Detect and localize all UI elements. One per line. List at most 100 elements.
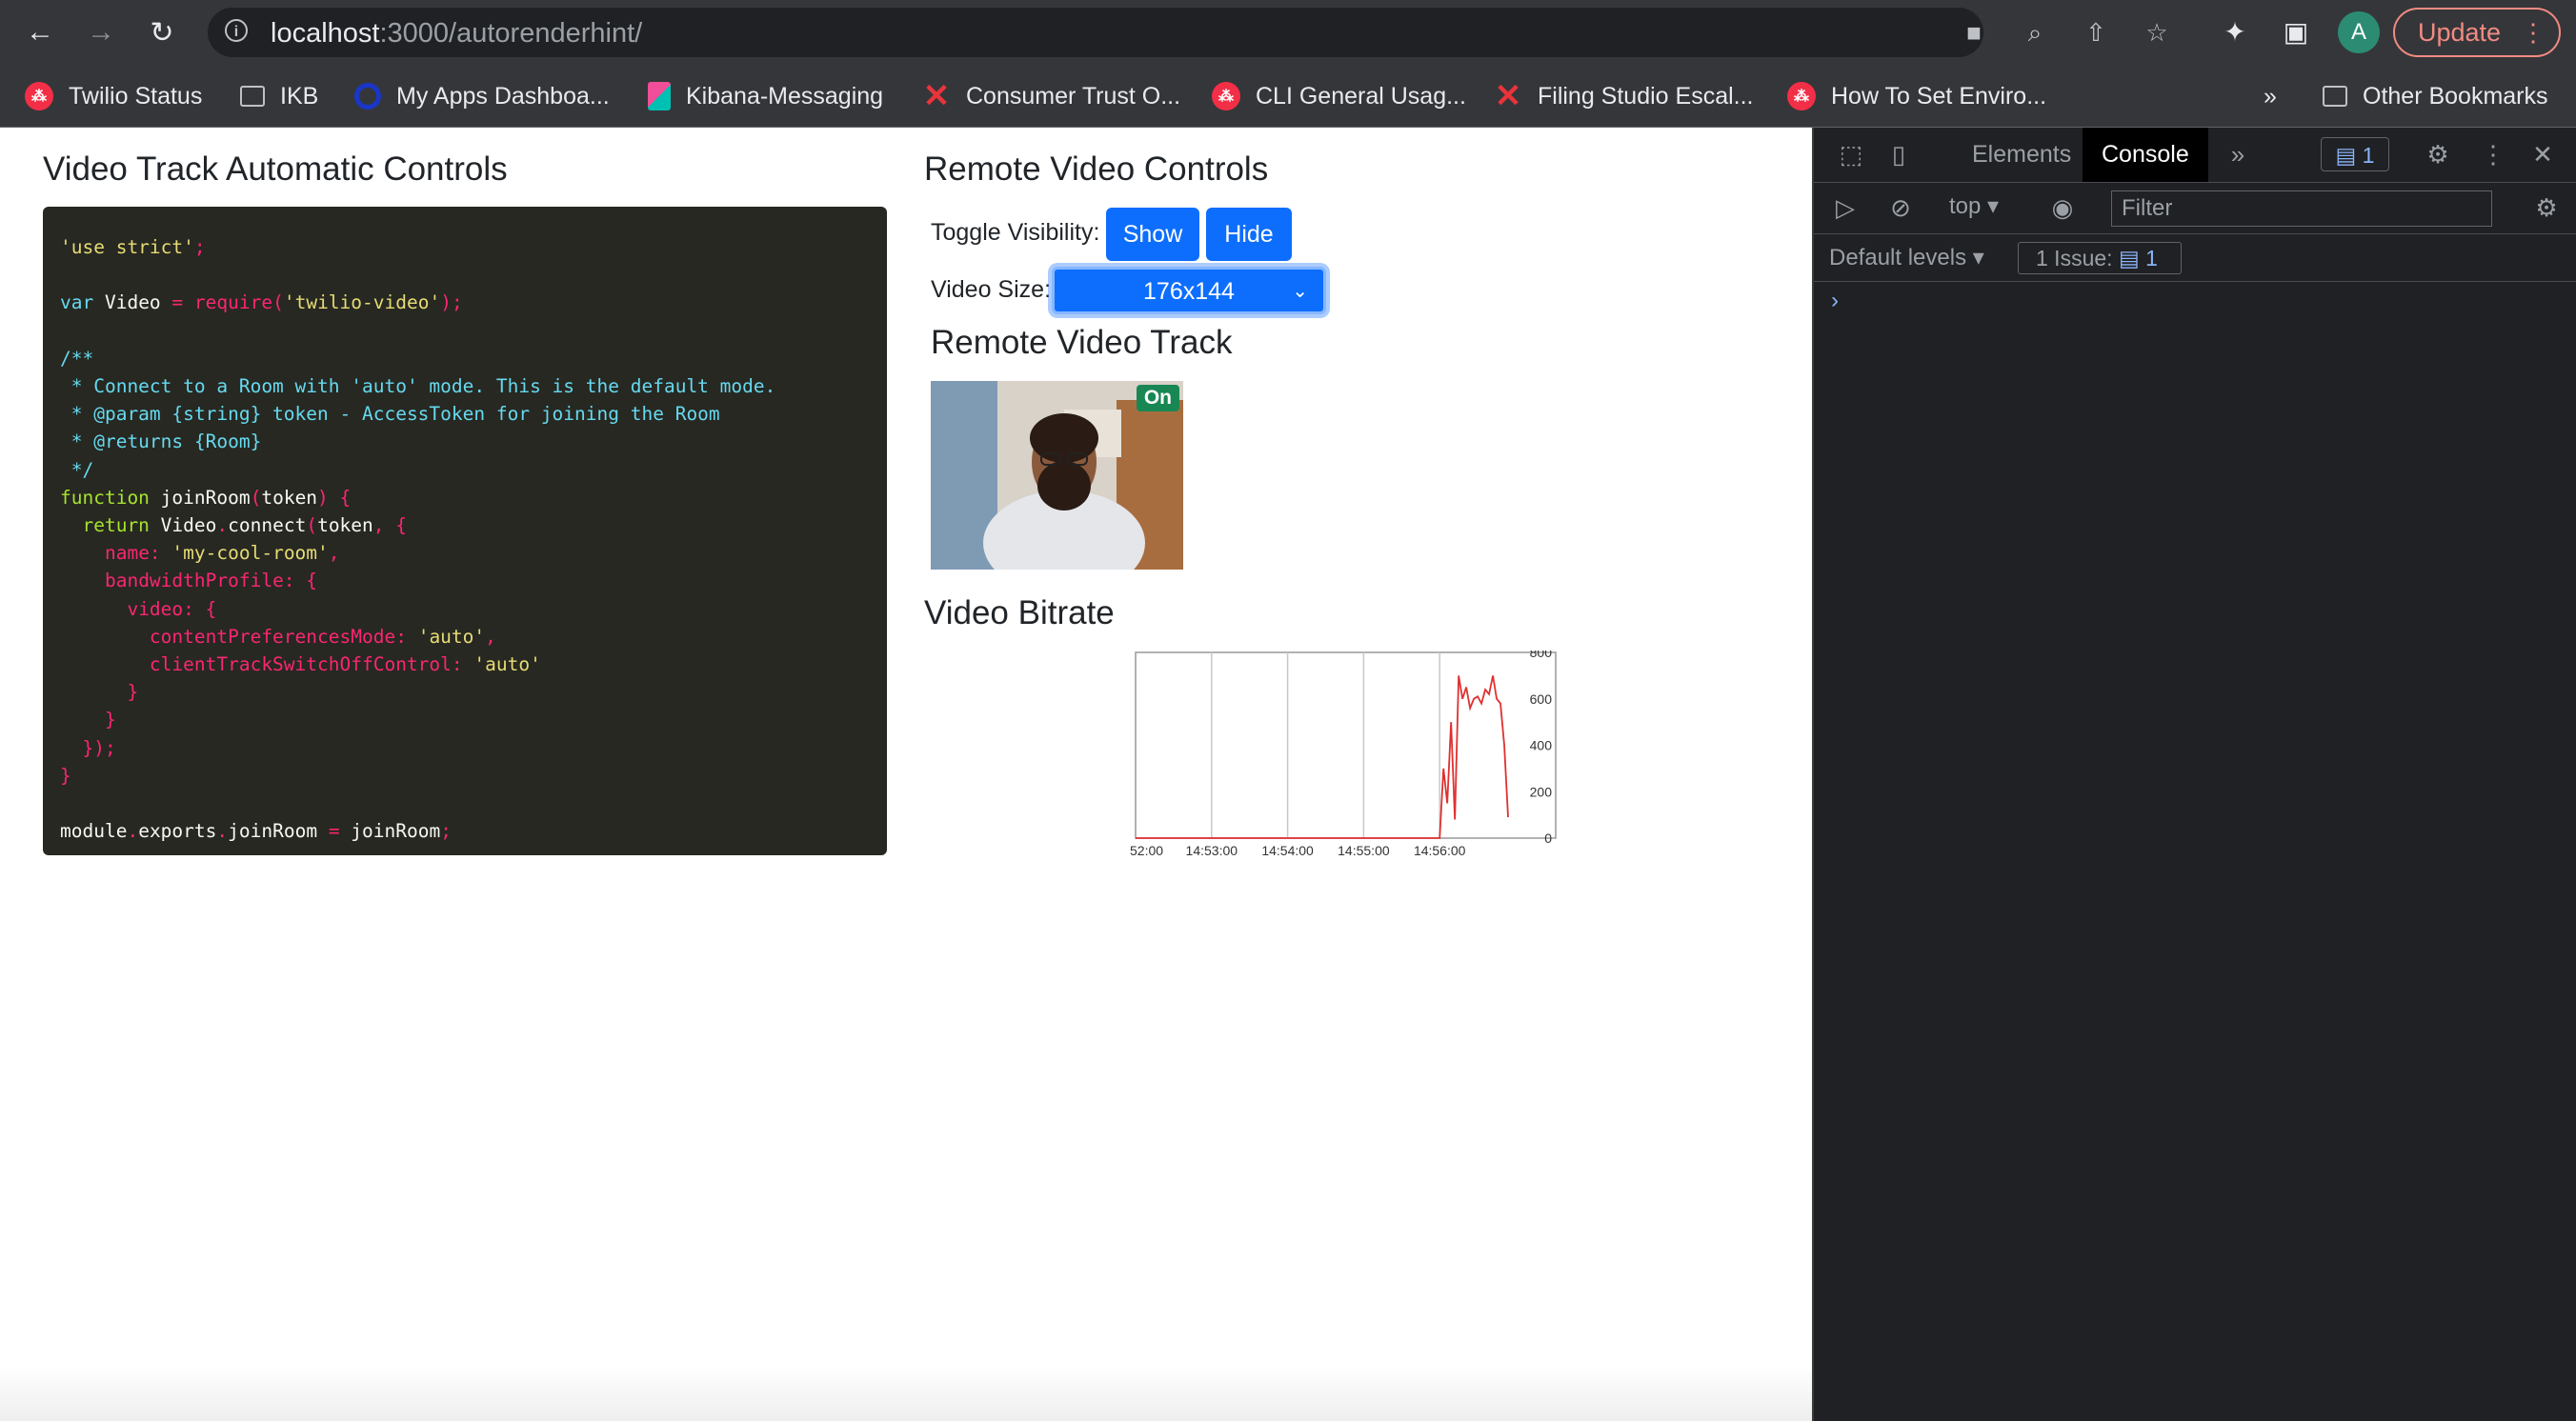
side-panel-icon[interactable]: ▣: [2277, 13, 2315, 51]
page-bottom-shadow: [0, 1366, 1812, 1421]
chart-x-tick-label: 14:55:00: [1338, 843, 1390, 855]
devtools-tab-bar: ⬚ ▯ Elements Console » ▤ 1 ⚙ ⋮ ✕: [1814, 128, 2576, 183]
kibana-icon: [648, 82, 671, 110]
console-levels-bar: Default levels ▾ 1 Issue: ▤ 1: [1814, 234, 2576, 282]
okta-icon: [354, 83, 381, 110]
clear-console-icon[interactable]: ⊘: [1882, 190, 1919, 226]
tab-console[interactable]: Console: [2083, 128, 2208, 182]
chart-y-tick-label: 0: [1544, 831, 1552, 846]
gear-icon[interactable]: ⚙: [2420, 136, 2456, 172]
twilio-icon: ⁂: [1787, 82, 1816, 110]
address-bar[interactable]: i localhost:3000/autorenderhint/ ■ ⌕ ⇧ ☆: [208, 8, 2168, 57]
filter-input[interactable]: Filter: [2111, 190, 2492, 227]
remote-video-controls-title: Remote Video Controls: [924, 150, 1269, 188]
bookmark-how-to-set[interactable]: ⁂ How To Set Enviro...: [1787, 78, 2046, 114]
bookmark-twilio-status[interactable]: ⁂ Twilio Status: [25, 78, 202, 114]
url-path: :3000/autorenderhint/: [379, 18, 643, 49]
video-size-value: 176x144: [1143, 278, 1235, 305]
bookmark-label: IKB: [280, 82, 319, 110]
bookmark-label: Kibana-Messaging: [686, 82, 884, 110]
zoom-icon[interactable]: ⌕: [2020, 17, 2050, 48]
star-icon[interactable]: ☆: [2142, 17, 2172, 48]
bookmark-label: How To Set Enviro...: [1831, 82, 2047, 110]
hide-button[interactable]: Hide: [1206, 208, 1292, 261]
levels-label: Default levels: [1829, 245, 1967, 270]
more-tabs-icon[interactable]: »: [2220, 136, 2256, 172]
folder-icon: [240, 86, 265, 107]
site-info-icon[interactable]: i: [225, 19, 248, 42]
url-text: localhost:3000/autorenderhint/: [271, 18, 642, 50]
menu-dots-icon[interactable]: ⋮: [2521, 10, 2546, 55]
bookmark-label: Filing Studio Escal...: [1538, 82, 1754, 110]
chart-x-tick-label: 14:56:00: [1414, 843, 1466, 855]
profile-avatar[interactable]: A: [2338, 11, 2380, 53]
kebab-menu-icon[interactable]: ⋮: [2475, 136, 2511, 172]
camera-icon[interactable]: ■: [1959, 17, 1989, 48]
devtools-panel: ⬚ ▯ Elements Console » ▤ 1 ⚙ ⋮ ✕ ▷ ⊘ top…: [1812, 128, 2576, 1421]
console-settings-icon[interactable]: ⚙: [2528, 190, 2565, 226]
tab-elements[interactable]: Elements: [1953, 128, 2090, 182]
video-size-label: Video Size:: [931, 276, 1052, 303]
bookmark-label: Twilio Status: [69, 82, 203, 110]
update-button[interactable]: Update ⋮: [2393, 8, 2561, 57]
bookmarks-overflow-button[interactable]: »: [2264, 78, 2277, 114]
chart-y-tick-label: 600: [1530, 691, 1553, 707]
device-toolbar-icon[interactable]: ▯: [1881, 136, 1917, 172]
show-button[interactable]: Show: [1106, 208, 1199, 261]
bookmark-cli-general[interactable]: ⁂ CLI General Usag...: [1212, 78, 1466, 114]
sidebar-toggle-icon[interactable]: ▷: [1827, 190, 1863, 226]
reload-icon[interactable]: ↻: [143, 13, 181, 51]
share-icon[interactable]: ⇧: [2081, 17, 2111, 48]
twilio-icon: ⁂: [25, 82, 53, 110]
bookmark-consumer-trust[interactable]: ✕ Consumer Trust O...: [922, 78, 1180, 114]
code-block: 'use strict'; var Video = require('twili…: [43, 207, 887, 855]
chart-y-tick-label: 800: [1530, 650, 1553, 660]
console-prompt[interactable]: ›: [1831, 288, 1839, 314]
inspect-element-icon[interactable]: ⬚: [1833, 136, 1869, 172]
red-x-icon: ✕: [922, 78, 951, 114]
close-icon[interactable]: ✕: [2525, 136, 2561, 172]
chart-x-tick-label: 52:00: [1130, 843, 1163, 855]
default-levels-select[interactable]: Default levels ▾: [1829, 244, 1984, 271]
extensions-icon[interactable]: ✦: [2216, 13, 2254, 51]
bookmark-kibana[interactable]: Kibana-Messaging: [648, 78, 883, 114]
console-toolbar: ▷ ⊘ top ▾ ◉ Filter ⚙: [1814, 183, 2576, 234]
eye-icon[interactable]: ◉: [2044, 190, 2081, 226]
bookmark-label: My Apps Dashboa...: [396, 82, 610, 110]
bookmark-label: Consumer Trust O...: [966, 82, 1181, 110]
bookmark-my-apps[interactable]: My Apps Dashboa...: [354, 78, 610, 114]
context-select[interactable]: top ▾: [1949, 192, 1999, 220]
issue-chip[interactable]: 1 Issue: ▤ 1: [2018, 242, 2182, 274]
remote-video-track-title: Remote Video Track: [931, 324, 1233, 361]
message-icon: ▤: [2335, 143, 2363, 168]
back-arrow-icon[interactable]: ←: [21, 13, 59, 51]
chart-y-tick-label: 200: [1530, 784, 1553, 799]
issue-chip-count: 1: [2145, 246, 2158, 270]
video-bitrate-title: Video Bitrate: [924, 594, 1115, 631]
bookmarks-bar: ⁂ Twilio Status IKB My Apps Dashboa... Ki…: [0, 65, 2576, 128]
video-size-select[interactable]: 176x144 ⌄: [1052, 267, 1326, 314]
issues-badge[interactable]: ▤ 1: [2321, 137, 2389, 171]
update-label: Update: [2418, 18, 2502, 47]
toggle-visibility-label: Toggle Visibility:: [931, 219, 1100, 246]
remote-video: On: [931, 381, 1183, 570]
chart-y-tick-label: 400: [1530, 738, 1553, 753]
url-host: localhost: [271, 18, 380, 49]
message-icon: ▤: [2118, 246, 2140, 270]
bookmark-label: Other Bookmarks: [2363, 82, 2548, 110]
chart-x-tick-label: 14:54:00: [1261, 843, 1314, 855]
bookmark-ikb[interactable]: IKB: [240, 78, 318, 114]
chevron-down-icon: ⌄: [1292, 281, 1308, 302]
twilio-icon: ⁂: [1212, 82, 1240, 110]
browser-toolbar: ← → ↻ i localhost:3000/autorenderhint/ ■…: [0, 0, 2576, 65]
video-on-badge: On: [1136, 385, 1179, 411]
other-bookmarks[interactable]: Other Bookmarks: [2323, 78, 2548, 114]
bitrate-chart: 52:00 14:53:00 14:54:00 14:55:00 14:56:00 0 20…: [1130, 650, 1557, 855]
bookmark-label: CLI General Usag...: [1256, 82, 1466, 110]
page-title-left: Video Track Automatic Controls: [43, 150, 508, 188]
folder-icon: [2323, 86, 2347, 107]
forward-arrow-icon[interactable]: →: [82, 13, 120, 51]
context-value: top: [1949, 193, 1982, 219]
web-page: Video Track Automatic Controls 'use stri…: [0, 128, 1812, 1421]
bookmark-filing-studio[interactable]: ✕ Filing Studio Escal...: [1494, 78, 1754, 114]
